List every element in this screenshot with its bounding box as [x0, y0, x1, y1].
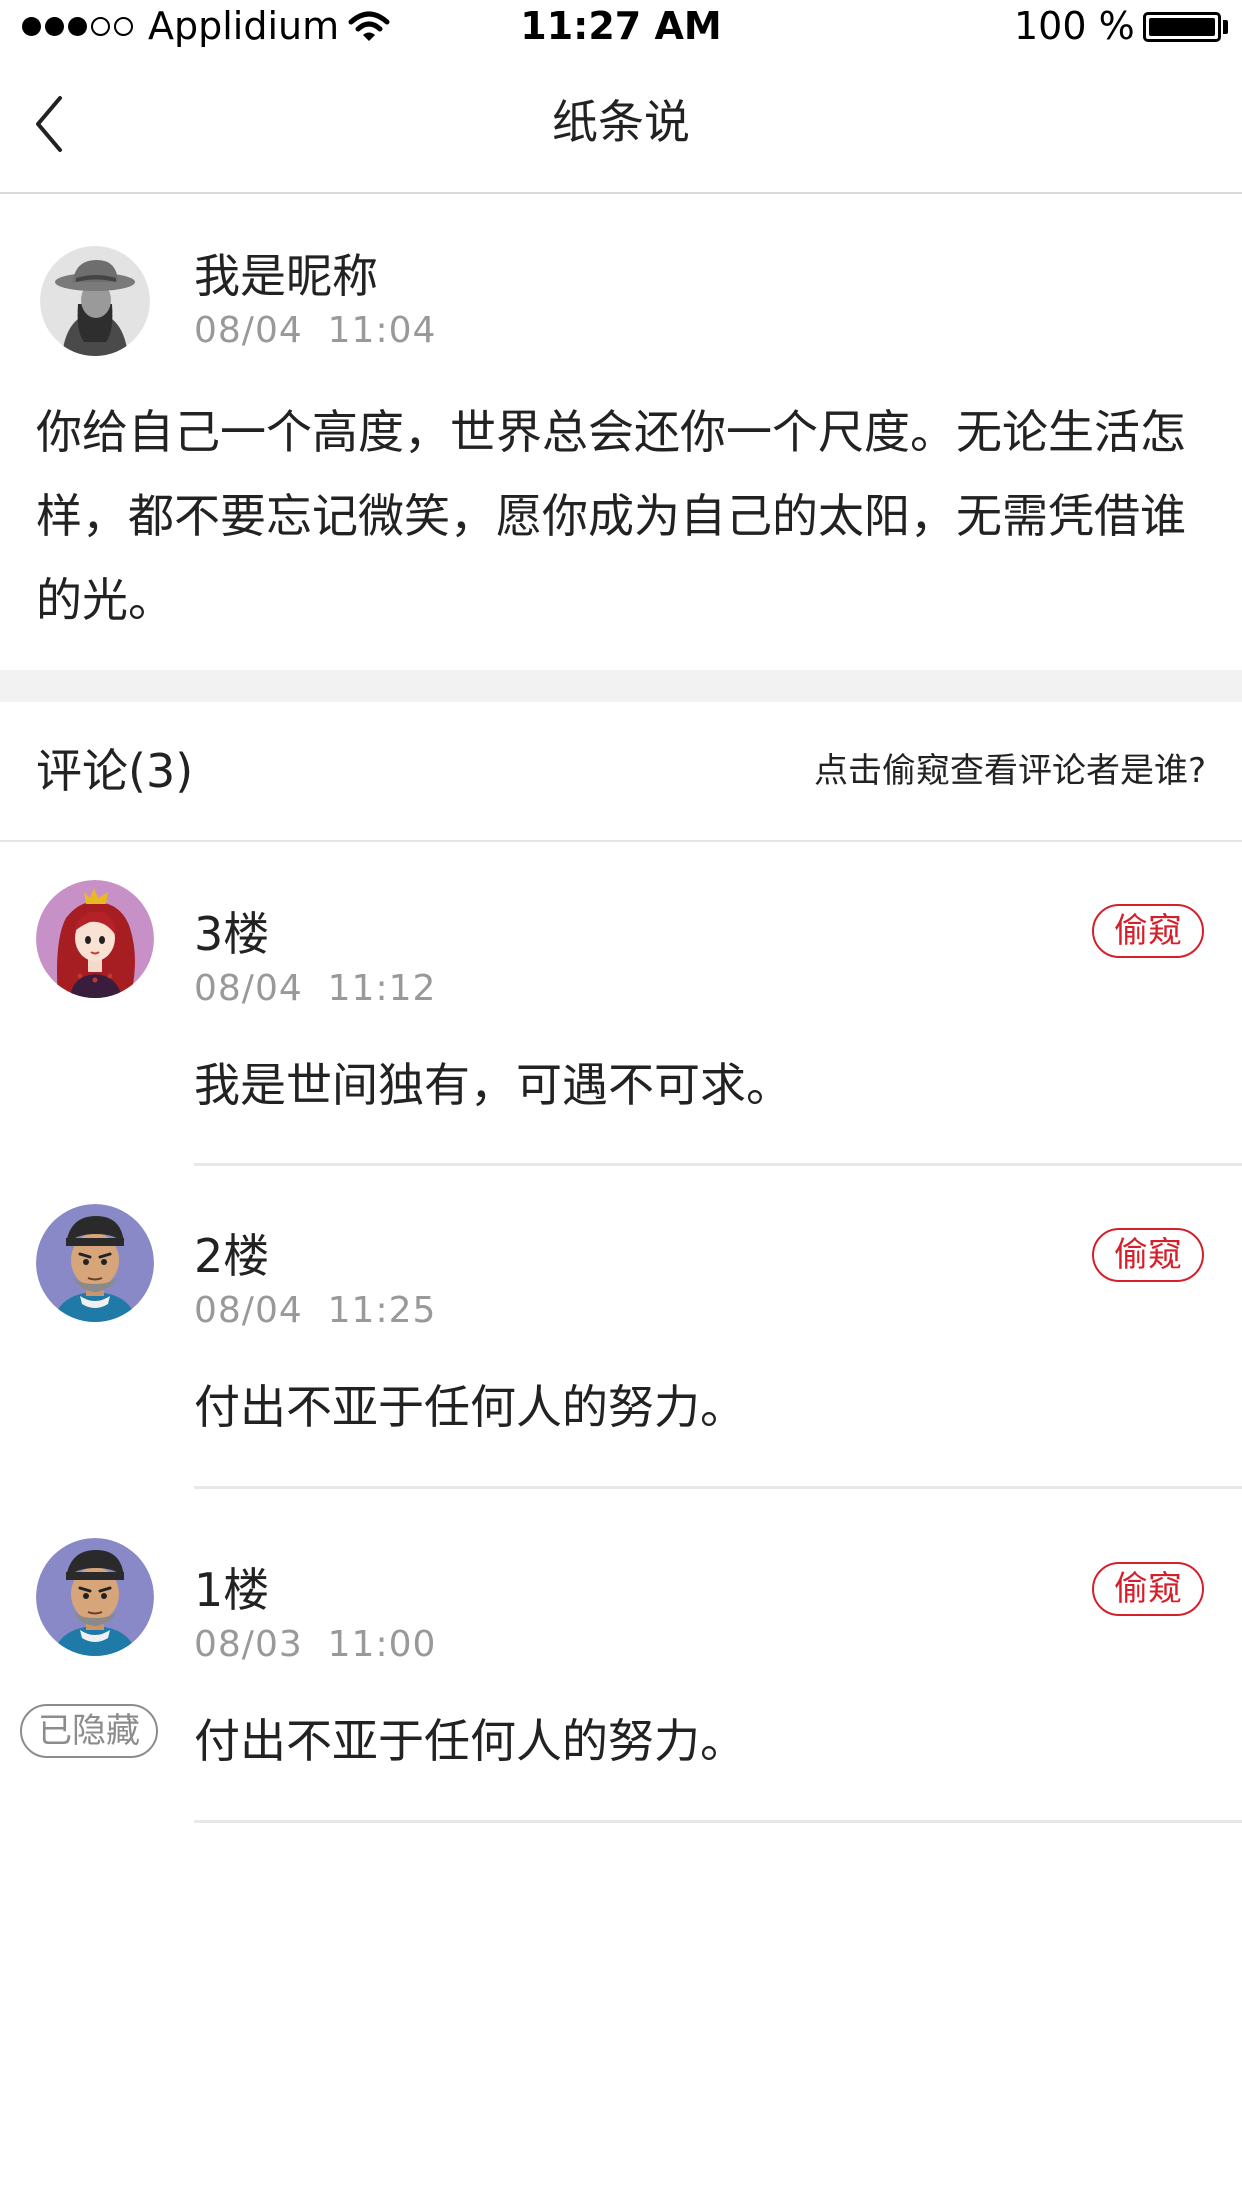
- post-content: 你给自己一个高度，世界总会还你一个尺度。无论生活怎样，都不要忘记微笑，愿你成为自…: [36, 405, 1186, 627]
- comment-divider: [194, 1486, 1242, 1489]
- peek-button[interactable]: 偷窥: [1092, 904, 1204, 958]
- comment-item: 已隐藏 1楼 08/03 11:00 偷窥 付出不亚于任何人的努力。: [0, 1490, 1242, 1826]
- battery-cap: [1223, 20, 1228, 34]
- commenter-avatar[interactable]: [36, 1538, 154, 1656]
- comment-time: 11:25: [327, 1290, 437, 1331]
- post-date: 08/04: [194, 310, 303, 351]
- comment-date: 08/03: [194, 1624, 303, 1665]
- comment-floor: 3楼: [194, 907, 270, 961]
- comment-item: 3楼 08/04 11:12 偷窥 我是世间独有，可遇不可求。: [0, 840, 1242, 1166]
- comment-time: 11:12: [327, 968, 437, 1009]
- comment-floor: 1楼: [194, 1563, 270, 1617]
- hat-woman-avatar-icon: [40, 246, 150, 356]
- comment-date: 08/04: [194, 968, 303, 1009]
- post: 我是昵称 08/04 11:04 你给自己一个高度，世界总会还你一个尺度。无论生…: [0, 194, 1242, 670]
- queen-avatar-icon: [36, 880, 154, 998]
- comment-floor: 2楼: [194, 1229, 270, 1283]
- man-avatar-icon: [36, 1204, 154, 1322]
- commenter-avatar[interactable]: [36, 880, 154, 998]
- comment-timestamp: 08/04 11:25: [194, 1288, 436, 1334]
- comment-text: 付出不亚于任何人的努力。: [194, 1380, 746, 1434]
- comment-item: 2楼 08/04 11:25 偷窥 付出不亚于任何人的努力。: [0, 1166, 1242, 1490]
- comment-text: 我是世间独有，可遇不可求。: [194, 1058, 792, 1112]
- screen: Applidium 11:27 AM 100 % 纸条说 我是昵称 08/04 …: [0, 0, 1242, 2208]
- author-name: 我是昵称: [194, 249, 378, 303]
- battery-icon: [1143, 12, 1221, 42]
- comment-text: 付出不亚于任何人的努力。: [194, 1714, 746, 1768]
- navigation-bar: 纸条说: [0, 52, 1242, 194]
- post-time: 11:04: [327, 310, 437, 351]
- page-title: 纸条说: [552, 95, 690, 149]
- comments-count: 评论(3): [36, 744, 194, 798]
- author-avatar[interactable]: [40, 246, 150, 356]
- comment-divider: [194, 1820, 1242, 1823]
- post-timestamp: 08/04 11:04: [194, 308, 436, 354]
- comment-timestamp: 08/04 11:12: [194, 966, 436, 1012]
- comments-header: 评论(3) 点击偷窥查看评论者是谁?: [0, 702, 1242, 842]
- peek-hint: 点击偷窥查看评论者是谁?: [813, 751, 1206, 791]
- peek-button[interactable]: 偷窥: [1092, 1562, 1204, 1616]
- peek-button[interactable]: 偷窥: [1092, 1228, 1204, 1282]
- section-divider: [0, 670, 1242, 702]
- comment-timestamp: 08/03 11:00: [194, 1622, 436, 1668]
- status-bar: Applidium 11:27 AM 100 %: [0, 0, 1242, 52]
- comment-time: 11:00: [327, 1624, 437, 1665]
- comment-date: 08/04: [194, 1290, 303, 1331]
- hidden-badge: 已隐藏: [20, 1704, 158, 1758]
- commenter-avatar[interactable]: [36, 1204, 154, 1322]
- battery-percentage: 100 %: [1014, 4, 1135, 48]
- man-avatar-icon: [36, 1538, 154, 1656]
